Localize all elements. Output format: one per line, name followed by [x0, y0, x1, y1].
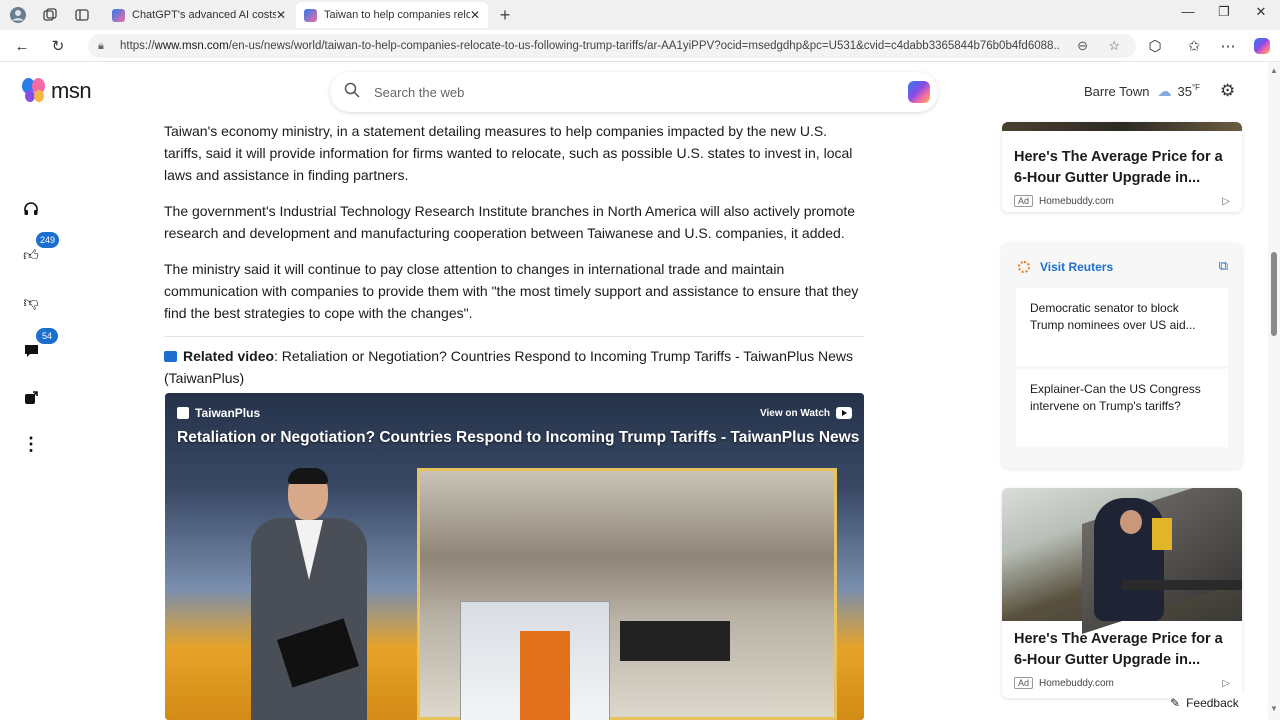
close-tab-icon[interactable]: ✕ — [470, 8, 480, 22]
weather-widget[interactable]: Barre Town ☁ 35 °F — [1084, 83, 1200, 100]
msn-logo[interactable]: msn — [22, 78, 92, 104]
related-video-caption[interactable]: Related video: Retaliation or Negotiatio… — [164, 345, 864, 389]
reuters-card: Visit Reuters ⧉ Democratic senator to bl… — [1002, 243, 1242, 468]
listen-headphones-icon[interactable] — [14, 192, 48, 226]
more-menu-icon[interactable]: ⋯ — [1218, 36, 1238, 56]
url-text[interactable]: https://www.msn.com/en-us/news/world/tai… — [120, 40, 1060, 52]
more-options-icon[interactable]: ⋮ — [14, 427, 48, 461]
profile-icon[interactable] — [8, 5, 28, 25]
minimize-icon[interactable]: — — [1177, 4, 1199, 19]
reuters-headline[interactable]: Explainer-Can the US Congress intervene … — [1016, 369, 1228, 447]
scrollbar-thumb[interactable] — [1271, 252, 1277, 336]
navigation-bar: ← ↻ 🔒︎ https://www.msn.com/en-us/news/wo… — [0, 30, 1280, 62]
share-icon[interactable] — [14, 380, 48, 414]
comments-count-badge: 54 — [36, 328, 58, 344]
ad-meta: Ad Homebuddy.com ▷ — [1002, 677, 1242, 689]
taiwanplus-logo-icon — [177, 407, 189, 419]
cloud-icon: ☁ — [1157, 83, 1172, 99]
msn-logo-text: msn — [51, 78, 92, 103]
tab-chatgpt[interactable]: ChatGPT's advanced AI costs $20 ✕ — [104, 2, 294, 28]
settings-gear-icon[interactable]: ⚙ — [1220, 81, 1235, 101]
related-video-label: Related video — [183, 348, 275, 364]
msn-header: msn Barre Town ☁ 35 °F ⚙ — [0, 62, 1268, 122]
msn-butterfly-icon — [22, 78, 48, 104]
refresh-icon[interactable]: ↻ — [48, 36, 68, 56]
search-input[interactable] — [374, 84, 874, 100]
scroll-down-icon[interactable]: ▼ — [1270, 704, 1278, 713]
article-paragraph: The government's Industrial Technology R… — [164, 203, 856, 241]
workspaces-icon[interactable] — [40, 5, 60, 25]
mall-footage-inset — [417, 468, 837, 720]
video-icon — [164, 351, 177, 362]
favorites-icon[interactable]: ✩ — [1184, 36, 1204, 56]
temperature-unit: °F — [1191, 83, 1201, 92]
ad-choices-icon[interactable]: ▷ — [1222, 678, 1230, 689]
ad-title[interactable]: Here's The Average Price for a 6-Hour Gu… — [1002, 147, 1242, 189]
ad-image — [1002, 122, 1242, 131]
new-tab-icon[interactable]: + — [495, 5, 515, 25]
dislike-thumbs-down-icon[interactable]: 👎︎ — [14, 286, 48, 320]
likes-count-badge: 249 — [36, 232, 60, 248]
ad-source: Homebuddy.com — [1039, 195, 1114, 207]
ad-meta: Ad Homebuddy.com ▷ — [1002, 195, 1242, 207]
tab-strip: ChatGPT's advanced AI costs $20 ✕ Taiwan… — [0, 0, 1280, 30]
tab-title: Taiwan to help companies relocat — [324, 9, 470, 21]
ad-tag: Ad — [1014, 677, 1034, 689]
feedback-icon: ✎ — [1170, 696, 1181, 710]
view-on-watch-button[interactable]: View on Watch — [760, 407, 852, 419]
location-label: Barre Town — [1084, 84, 1150, 99]
msn-favicon-icon — [304, 8, 317, 22]
feedback-button[interactable]: ✎ Feedback — [1170, 692, 1250, 714]
reading-view-icon[interactable]: ⊖ — [1077, 38, 1088, 54]
tab-title: ChatGPT's advanced AI costs $20 — [132, 9, 276, 21]
address-bar[interactable]: 🔒︎ https://www.msn.com/en-us/news/world/… — [88, 34, 1136, 58]
ad-card[interactable]: Here's The Average Price for a 6-Hour Gu… — [1002, 122, 1242, 212]
maximize-icon[interactable]: ❐ — [1213, 4, 1235, 20]
copilot-icon[interactable] — [908, 81, 930, 103]
tab-actions-icon[interactable] — [72, 5, 92, 25]
search-box[interactable] — [330, 72, 938, 112]
tab-taiwan[interactable]: Taiwan to help companies relocat ✕ — [296, 2, 488, 28]
page-scrollbar[interactable]: ▲ ▼ — [1268, 62, 1280, 720]
favorite-star-icon[interactable]: ☆ — [1108, 38, 1120, 54]
ad-title[interactable]: Here's The Average Price for a 6-Hour Gu… — [1002, 629, 1242, 671]
video-brand: TaiwanPlus — [177, 406, 260, 420]
video-title: Retaliation or Negotiation? Countries Re… — [177, 429, 860, 446]
close-tab-icon[interactable]: ✕ — [276, 8, 286, 22]
copilot-sidebar-icon[interactable] — [1252, 36, 1272, 56]
reuters-headline[interactable]: Democratic senator to block Trump nomine… — [1016, 288, 1228, 366]
back-icon[interactable]: ← — [12, 36, 32, 56]
msn-favicon-icon — [112, 8, 125, 22]
ad-source: Homebuddy.com — [1039, 677, 1114, 689]
article-paragraph: The ministry said it will continue to pa… — [164, 261, 859, 321]
ad-tag: Ad — [1014, 195, 1034, 207]
ad-card[interactable]: Here's The Average Price for a 6-Hour Gu… — [1002, 488, 1242, 698]
reuters-logo-icon — [1018, 261, 1030, 273]
ad-choices-icon[interactable]: ▷ — [1222, 196, 1230, 207]
visit-reuters-link[interactable]: Visit Reuters — [1018, 260, 1113, 274]
divider — [164, 336, 864, 337]
play-icon — [836, 407, 852, 419]
search-icon — [344, 82, 362, 103]
external-link-icon[interactable]: ⧉ — [1219, 258, 1228, 274]
close-window-icon[interactable]: ✕ — [1250, 4, 1272, 20]
scroll-up-icon[interactable]: ▲ — [1270, 66, 1278, 75]
article-body: Taiwan's economy ministry, in a statemen… — [164, 120, 864, 389]
ad-image — [1002, 488, 1242, 634]
extensions-icon[interactable]: ⬡ — [1145, 36, 1165, 56]
site-info-icon[interactable]: 🔒︎ — [98, 40, 112, 53]
article-paragraph: Taiwan's economy ministry, in a statemen… — [164, 123, 853, 183]
news-anchor-figure — [243, 468, 373, 720]
temperature-value: 35 — [1177, 84, 1192, 99]
video-player[interactable]: TaiwanPlus View on Watch Retaliation or … — [165, 393, 864, 720]
